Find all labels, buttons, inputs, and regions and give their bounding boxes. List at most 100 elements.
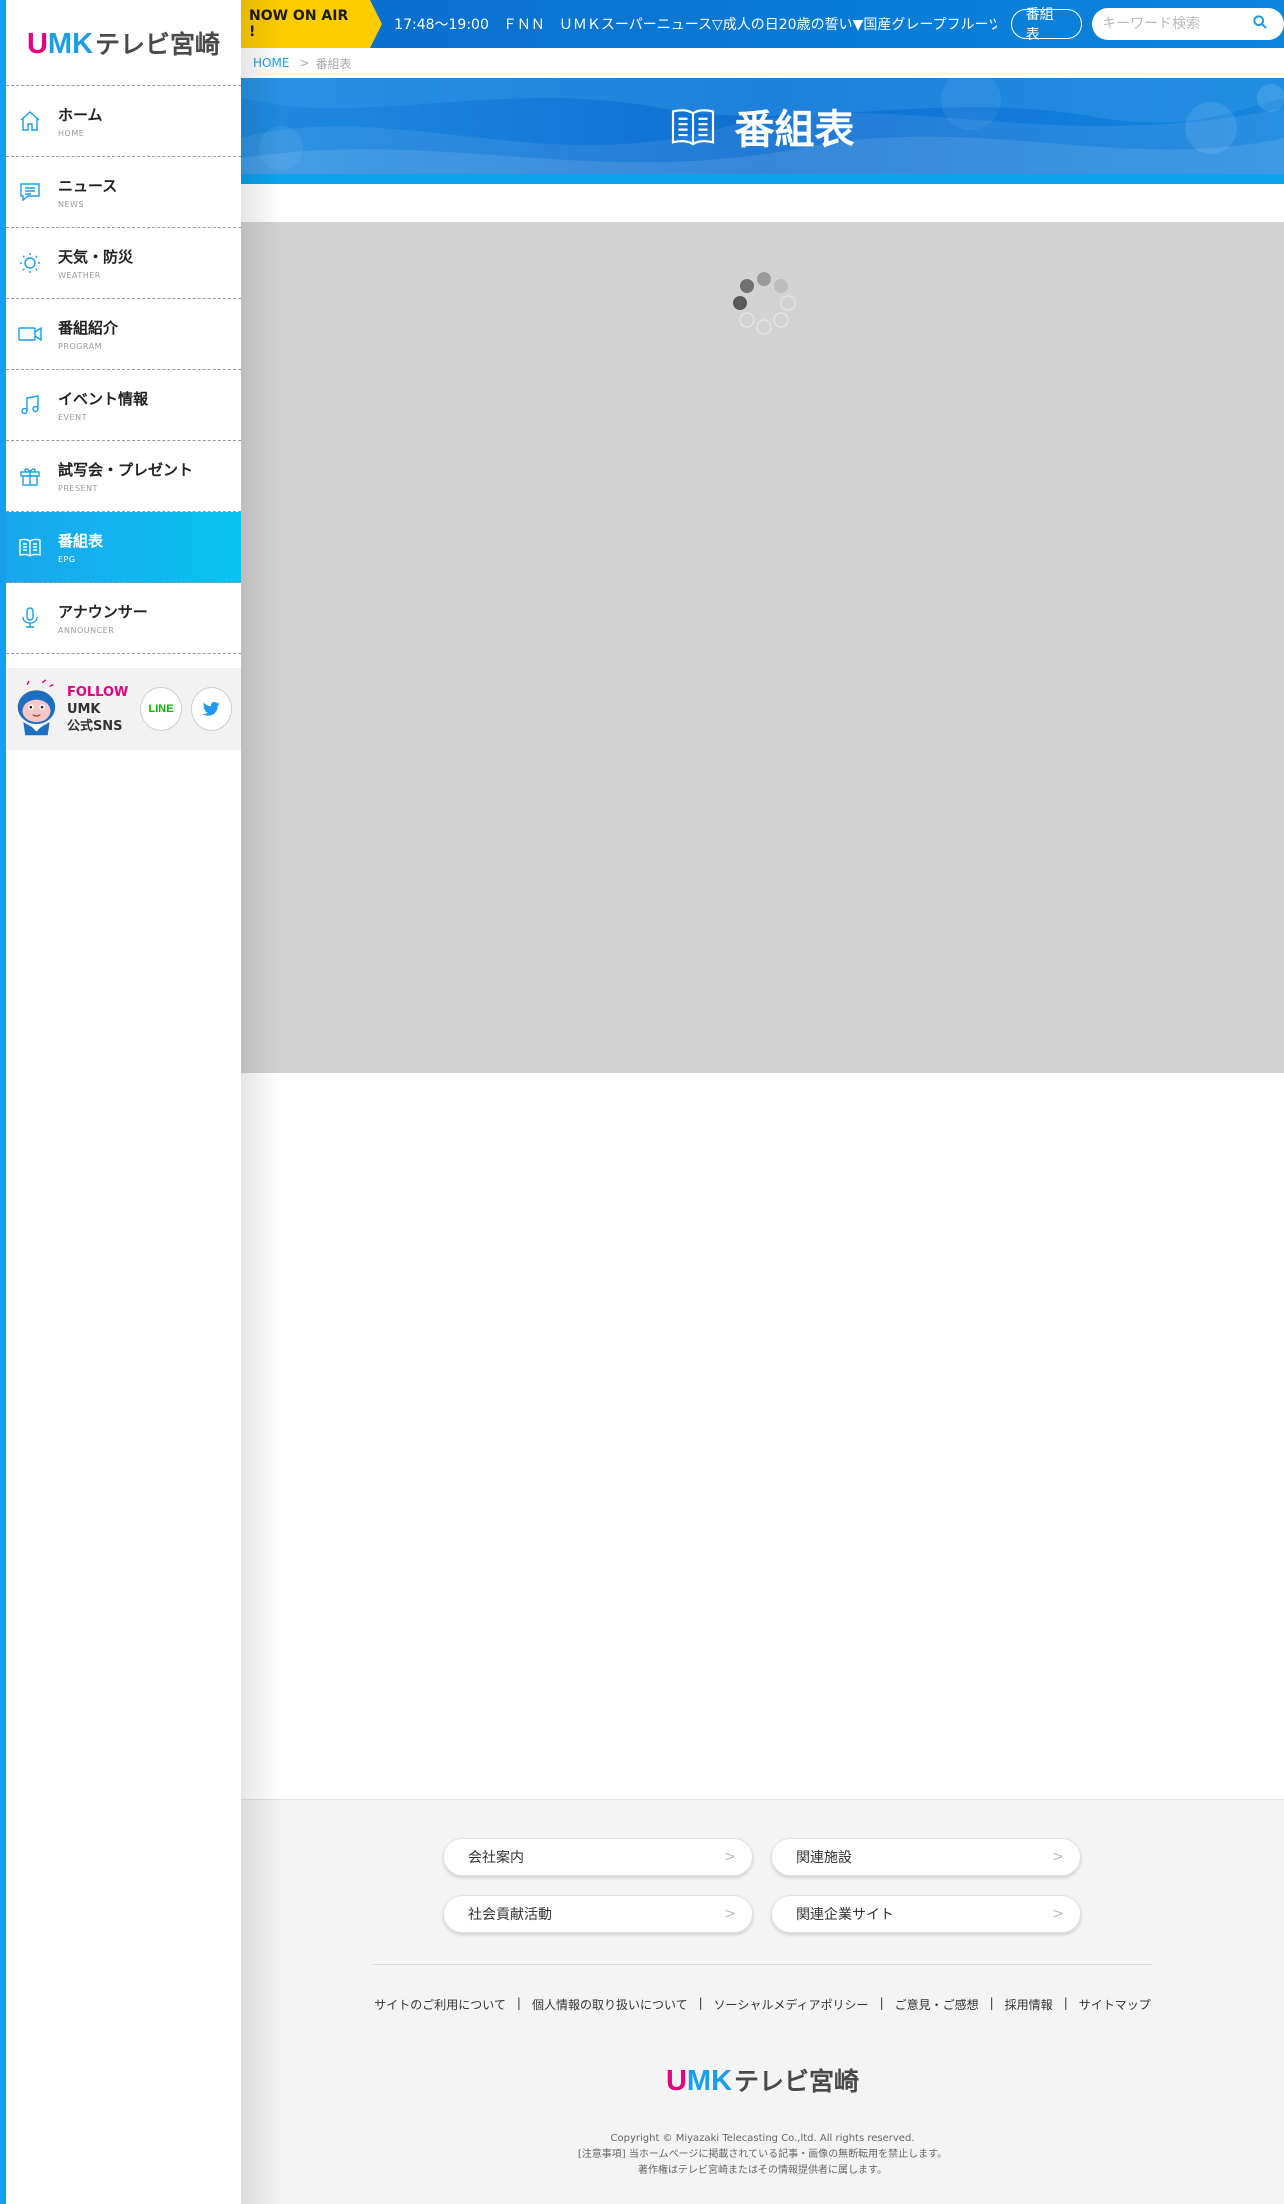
line-button[interactable]: LINE [140, 687, 182, 731]
sidebar-shadow [241, 0, 281, 2204]
chat-icon [16, 178, 44, 206]
book-icon [671, 109, 714, 146]
video-camera-icon [16, 320, 44, 348]
gift-icon [16, 462, 44, 490]
footer-link-separator: | [698, 1996, 703, 2010]
footer-button-label: 社会貢献活動 [468, 1907, 552, 1923]
footer-logo-text: UMKテレビ宮崎 [666, 2062, 859, 2098]
logo-mk: MK [686, 2065, 733, 2097]
content-spacer [241, 184, 1284, 222]
sns-follow-box: FOLLOW UMK 公式SNS LINE [6, 668, 241, 750]
footer-link-separator: | [879, 1996, 884, 2010]
sidebar-item-label: 番組表 [58, 532, 104, 550]
footer-link-feedback[interactable]: ご意見・ご感想 [895, 1996, 979, 2013]
page-title-text: 番組表 [734, 107, 855, 153]
sidebar-item-sublabel: EVENT [58, 413, 87, 422]
sidebar-item-event[interactable]: イベント情報 EVENT [6, 370, 241, 441]
chevron-right-icon: > [724, 1906, 736, 1922]
footer-button-facilities[interactable]: 関連施設 > [771, 1838, 1081, 1876]
footer-divider [373, 1964, 1153, 1965]
search-input[interactable] [1102, 16, 1253, 32]
hero-bottom-bar [241, 174, 1284, 184]
footer-link-separator: | [1063, 1996, 1068, 2010]
sidebar-item-label: ホーム [58, 106, 103, 124]
footer-button-label: 関連企業サイト [796, 1907, 894, 1923]
logo-u: U [665, 2065, 687, 2097]
follow-official-sns: 公式SNS [66, 718, 123, 734]
footer-link-sitemap[interactable]: サイトマップ [1079, 1996, 1151, 2013]
sidebar-item-sublabel: HOME [58, 129, 85, 138]
sidebar-item-label: 番組紹介 [58, 319, 119, 337]
logo-name: テレビ宮崎 [734, 2067, 860, 2096]
site-logo[interactable]: UMKテレビ宮崎 [6, 0, 241, 86]
footer-button-label: 会社案内 [468, 1850, 524, 1866]
footer-links: サイトのご利用について | 個人情報の取り扱いについて | ソーシャルメディアポ… [241, 1996, 1284, 2013]
microphone-icon [16, 604, 44, 632]
follow-brand: UMK [66, 701, 101, 717]
logo-name: テレビ宮崎 [95, 29, 221, 59]
search-box [1092, 8, 1284, 40]
loading-spinner-icon [733, 272, 796, 335]
music-note-icon [16, 391, 44, 419]
home-icon [16, 107, 44, 135]
sidebar-item-sublabel: PRESENT [58, 484, 98, 493]
sidebar-item-sublabel: NEWS [58, 200, 85, 209]
sidebar-item-epg[interactable]: 番組表 EPG [6, 512, 241, 583]
sidebar-item-label: 天気・防災 [58, 248, 134, 266]
line-icon: LINE [148, 703, 174, 715]
footer-link-recruit[interactable]: 採用情報 [1005, 1996, 1053, 2013]
sidebar-item-home[interactable]: ホーム HOME [6, 86, 241, 157]
follow-text: FOLLOW UMK 公式SNS [67, 684, 128, 735]
logo-mk: MK [47, 27, 94, 60]
footer-link-separator: | [989, 1996, 994, 2010]
sidebar-item-label: アナウンサー [58, 603, 148, 621]
footer-button-label: 関連施設 [796, 1850, 852, 1866]
sidebar-item-present[interactable]: 試写会・プレゼント PRESENT [6, 441, 241, 512]
page-hero-banner: 番組表 [241, 78, 1284, 184]
notice-text: [注意事項] 当ホームページに掲載されている記事・画像の無断転用を禁止します。 [577, 2149, 948, 2160]
footer-logo[interactable]: UMKテレビ宮崎 [241, 2062, 1284, 2098]
twitter-button[interactable] [190, 687, 232, 731]
sidebar-item-label: ニュース [58, 177, 118, 195]
breadcrumb-separator: > [299, 56, 310, 70]
now-on-air-ticker[interactable]: 17:48〜19:00 ＦＮＮ ＵＭＫスーパーニュース▽成人の日20歳の誓い▼国… [394, 14, 997, 34]
page-title: 番組表 [241, 78, 1284, 174]
notice-text-2: 著作権はテレビ宮崎またはその情報提供者に属します。 [638, 2165, 887, 2176]
footer-link-privacy[interactable]: 個人情報の取り扱いについて [532, 1996, 688, 2013]
sun-icon [16, 249, 44, 277]
breadcrumb-current: 番組表 [315, 56, 352, 71]
footer-link-social-policy[interactable]: ソーシャルメディアポリシー [714, 1996, 869, 2013]
sidebar-item-program[interactable]: 番組紹介 PROGRAM [6, 299, 241, 370]
sidebar-item-sublabel: PROGRAM [58, 342, 102, 351]
footer-button-company[interactable]: 会社案内 > [443, 1838, 753, 1876]
footer-button-grid: 会社案内 > 関連施設 > 社会貢献活動 > 関連企業サイト > [443, 1838, 1083, 1933]
sidebar: UMKテレビ宮崎 ホーム HOME ニュース NEWS 天気・防災 WEATHER 番… [6, 0, 241, 2204]
footer-link-terms[interactable]: サイトのご利用について [374, 1996, 506, 2013]
search-icon[interactable] [1252, 14, 1268, 34]
copyright-text: Copyright © Miyazaki Telecasting Co.,ltd… [610, 2133, 915, 2144]
footer-copyright: Copyright © Miyazaki Telecasting Co.,ltd… [241, 2131, 1284, 2179]
footer: 会社案内 > 関連施設 > 社会貢献活動 > 関連企業サイト > サイトのご利用について… [241, 1799, 1284, 2204]
chevron-right-icon: > [1052, 1906, 1064, 1922]
sidebar-item-announcer[interactable]: アナウンサー ANNOUNCER [6, 583, 241, 654]
sidebar-item-sublabel: EPG [58, 555, 76, 564]
top-bar: NOW ON AIR ! 17:48〜19:00 ＦＮＮ ＵＭＫスーパーニュース… [241, 0, 1284, 48]
footer-button-csr[interactable]: 社会貢献活動 > [443, 1895, 753, 1933]
mascot-icon [17, 679, 56, 736]
breadcrumb: HOME > 番組表 [241, 48, 1284, 78]
sidebar-item-label: イベント情報 [58, 390, 149, 408]
epg-button[interactable]: 番組表 [1010, 7, 1083, 43]
logo-text: UMKテレビ宮崎 [27, 25, 220, 61]
footer-link-separator: | [516, 1996, 521, 2010]
twitter-icon [203, 701, 220, 716]
sidebar-item-weather[interactable]: 天気・防災 WEATHER [6, 228, 241, 299]
sidebar-item-sublabel: ANNOUNCER [58, 626, 115, 635]
sidebar-item-news[interactable]: ニュース NEWS [6, 157, 241, 228]
follow-label: FOLLOW [66, 684, 129, 700]
sidebar-item-sublabel: WEATHER [58, 271, 101, 280]
footer-button-related-companies[interactable]: 関連企業サイト > [771, 1895, 1081, 1933]
logo-u: U [26, 27, 48, 60]
sidebar-item-label: 試写会・プレゼント [58, 461, 194, 479]
epg-loading-area [241, 222, 1284, 1073]
chevron-right-icon: > [724, 1849, 736, 1865]
